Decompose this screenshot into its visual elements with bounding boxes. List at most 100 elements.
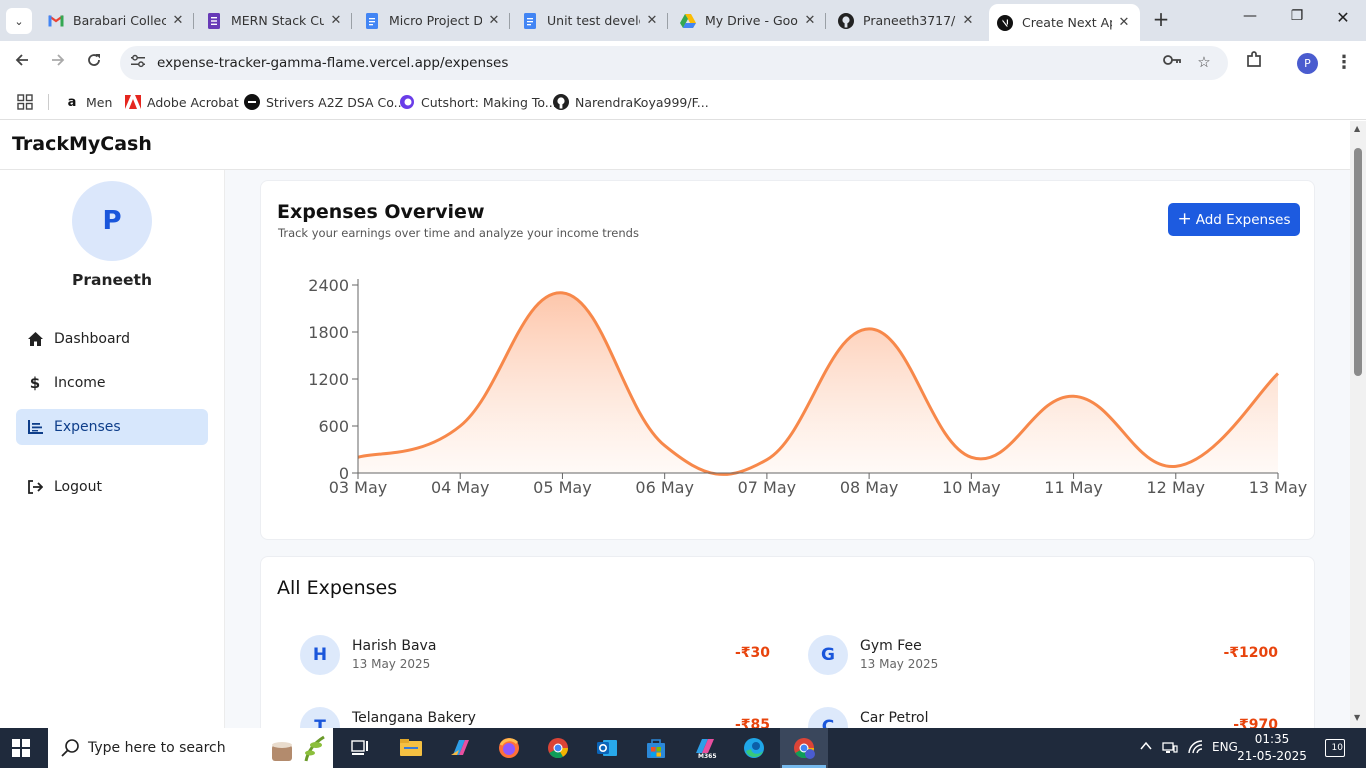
close-icon[interactable]: ✕ xyxy=(170,13,186,28)
chart-y-tick-label: 1200 xyxy=(308,370,349,389)
bookmark-label: Strivers A2Z DSA Co... xyxy=(266,94,406,110)
microsoft-365-icon[interactable]: M365 xyxy=(693,736,717,760)
tab-forms[interactable]: MERN Stack Cur ✕ xyxy=(198,6,352,35)
expenses-overview-card: Expenses Overview Track your earnings ov… xyxy=(260,180,1315,540)
copilot-icon[interactable] xyxy=(448,736,472,760)
tab-github[interactable]: Praneeth3717/e ✕ xyxy=(830,6,984,35)
chart-x-tick-label: 08 May xyxy=(840,478,899,497)
expense-item[interactable]: T Telangana Bakery -₹85 xyxy=(300,707,770,728)
apps-grid-icon[interactable] xyxy=(17,92,33,112)
tab-docs-unit[interactable]: Unit test develo ✕ xyxy=(514,6,668,35)
wifi-icon[interactable] xyxy=(1188,740,1204,757)
github-icon xyxy=(553,94,569,110)
bookmark-star-icon[interactable]: ☆ xyxy=(1193,53,1215,73)
microsoft-store-icon[interactable] xyxy=(644,736,668,760)
tab-title: My Drive - Goog xyxy=(705,13,798,28)
scrollbar-thumb[interactable] xyxy=(1354,148,1362,376)
bookmark-cutshort[interactable]: Cutshort: Making To... xyxy=(399,92,557,112)
chart-y-tick-label: 2400 xyxy=(308,276,349,295)
bookmark-github[interactable]: NarendraKoya999/F... xyxy=(553,92,709,112)
firefox-icon[interactable] xyxy=(497,736,521,760)
window-close-icon[interactable]: ✕ xyxy=(1330,8,1356,27)
app-header: TrackMyCash xyxy=(0,121,1350,170)
expense-item[interactable]: C Car Petrol -₹970 xyxy=(808,707,1278,728)
svg-text:M365: M365 xyxy=(698,753,717,759)
back-arrow-icon[interactable] xyxy=(9,51,35,75)
tray-chevron-up-icon[interactable] xyxy=(1140,740,1152,754)
bookmark-label: NarendraKoya999/F... xyxy=(575,94,709,110)
system-clock[interactable]: 01:35 21-05-2025 xyxy=(1236,731,1308,765)
reload-icon[interactable] xyxy=(81,51,107,75)
brand-logo-text[interactable]: TrackMyCash xyxy=(12,133,152,155)
address-bar[interactable]: expense-tracker-gamma-flame.vercel.app/e… xyxy=(120,46,1228,80)
close-icon[interactable]: ✕ xyxy=(644,13,660,28)
bookmark-strivers[interactable]: Strivers A2Z DSA Co... xyxy=(244,92,406,112)
close-icon[interactable]: ✕ xyxy=(960,13,976,28)
add-expenses-button[interactable]: + Add Expenses xyxy=(1168,203,1300,236)
sidebar-item-label: Dashboard xyxy=(54,331,130,347)
expense-item[interactable]: H Harish Bava 13 May 2025 -₹30 xyxy=(300,635,770,679)
network-icon[interactable] xyxy=(1162,740,1178,757)
expense-item[interactable]: G Gym Fee 13 May 2025 -₹1200 xyxy=(808,635,1278,679)
docs-icon xyxy=(522,12,538,29)
tab-drive[interactable]: My Drive - Goog ✕ xyxy=(672,6,826,35)
clock-date: 21-05-2025 xyxy=(1237,749,1307,763)
page-scrollbar[interactable]: ▲ ▼ xyxy=(1350,121,1366,728)
task-view-icon[interactable] xyxy=(349,736,373,760)
restore-icon[interactable]: ❐ xyxy=(1284,8,1310,24)
chart-x-tick-label: 07 May xyxy=(738,478,797,497)
chart-x-tick-label: 03 May xyxy=(329,478,388,497)
chrome-profile-icon[interactable] xyxy=(792,736,816,760)
outlook-icon[interactable] xyxy=(595,736,619,760)
sidebar-item-logout[interactable]: Logout xyxy=(16,469,208,505)
taskbar-search-box[interactable]: Type here to search xyxy=(48,728,333,768)
password-key-icon[interactable] xyxy=(1161,53,1183,73)
close-icon[interactable]: ✕ xyxy=(1116,15,1132,30)
bookmark-amazon[interactable]: a Men xyxy=(64,92,113,112)
minimize-icon[interactable]: — xyxy=(1237,8,1263,24)
sidebar-item-dashboard[interactable]: Dashboard xyxy=(16,321,208,357)
nextjs-icon xyxy=(997,14,1013,31)
chrome-icon[interactable] xyxy=(546,736,570,760)
site-settings-icon[interactable] xyxy=(129,54,147,72)
close-icon[interactable]: ✕ xyxy=(802,13,818,28)
plus-icon: + xyxy=(1177,209,1192,229)
scroll-down-arrow-icon[interactable]: ▼ xyxy=(1354,713,1360,722)
scroll-up-arrow-icon[interactable]: ▲ xyxy=(1354,124,1360,133)
tab-search-chevron-icon[interactable]: ⌄ xyxy=(6,8,32,34)
tab-docs-micro[interactable]: Micro Project De ✕ xyxy=(356,6,510,35)
search-highlight-tea-icon xyxy=(272,735,325,762)
notification-icon[interactable]: 10 xyxy=(1325,739,1345,757)
sidebar-item-expenses[interactable]: Expenses xyxy=(16,409,208,445)
extensions-puzzle-icon[interactable] xyxy=(1241,51,1267,75)
sidebar-item-label: Logout xyxy=(54,479,102,495)
sidebar-item-label: Expenses xyxy=(54,419,121,435)
sidebar: P Praneeth Dashboard $ Income Expenses L… xyxy=(0,170,225,728)
bookmark-label: Men xyxy=(86,94,113,110)
windows-start-icon[interactable] xyxy=(12,739,31,758)
tab-title: Unit test develo xyxy=(547,13,640,28)
sidebar-item-income[interactable]: $ Income xyxy=(16,365,208,401)
dollar-icon: $ xyxy=(29,374,41,392)
windows-taskbar: Type here to search M365 ENG 01:35 21-05… xyxy=(0,728,1366,768)
expense-avatar: C xyxy=(808,707,848,728)
expense-avatar: G xyxy=(808,635,848,675)
user-name: Praneeth xyxy=(72,271,152,289)
tab-gmail[interactable]: Barabari Collecti ✕ xyxy=(40,6,194,35)
close-icon[interactable]: ✕ xyxy=(486,13,502,28)
tab-create-next-app[interactable]: Create Next App ✕ xyxy=(989,4,1140,41)
bookmark-label: Adobe Acrobat xyxy=(147,94,239,110)
close-icon[interactable]: ✕ xyxy=(328,13,344,28)
tab-title: Barabari Collecti xyxy=(73,13,166,28)
edge-icon[interactable] xyxy=(742,736,766,760)
profile-avatar[interactable]: P xyxy=(1297,53,1318,74)
file-explorer-icon[interactable] xyxy=(399,736,423,760)
more-menu-icon[interactable]: ⋮ xyxy=(1331,51,1357,75)
all-expenses-title: All Expenses xyxy=(277,577,398,599)
new-tab-plus-icon[interactable]: + xyxy=(1150,8,1172,32)
expense-amount: -₹30 xyxy=(734,645,770,661)
amazon-icon: a xyxy=(67,94,77,110)
bookmark-adobe-acrobat[interactable]: Adobe Acrobat xyxy=(125,92,239,112)
forward-arrow-icon[interactable] xyxy=(45,51,71,75)
language-indicator[interactable]: ENG xyxy=(1212,740,1238,754)
